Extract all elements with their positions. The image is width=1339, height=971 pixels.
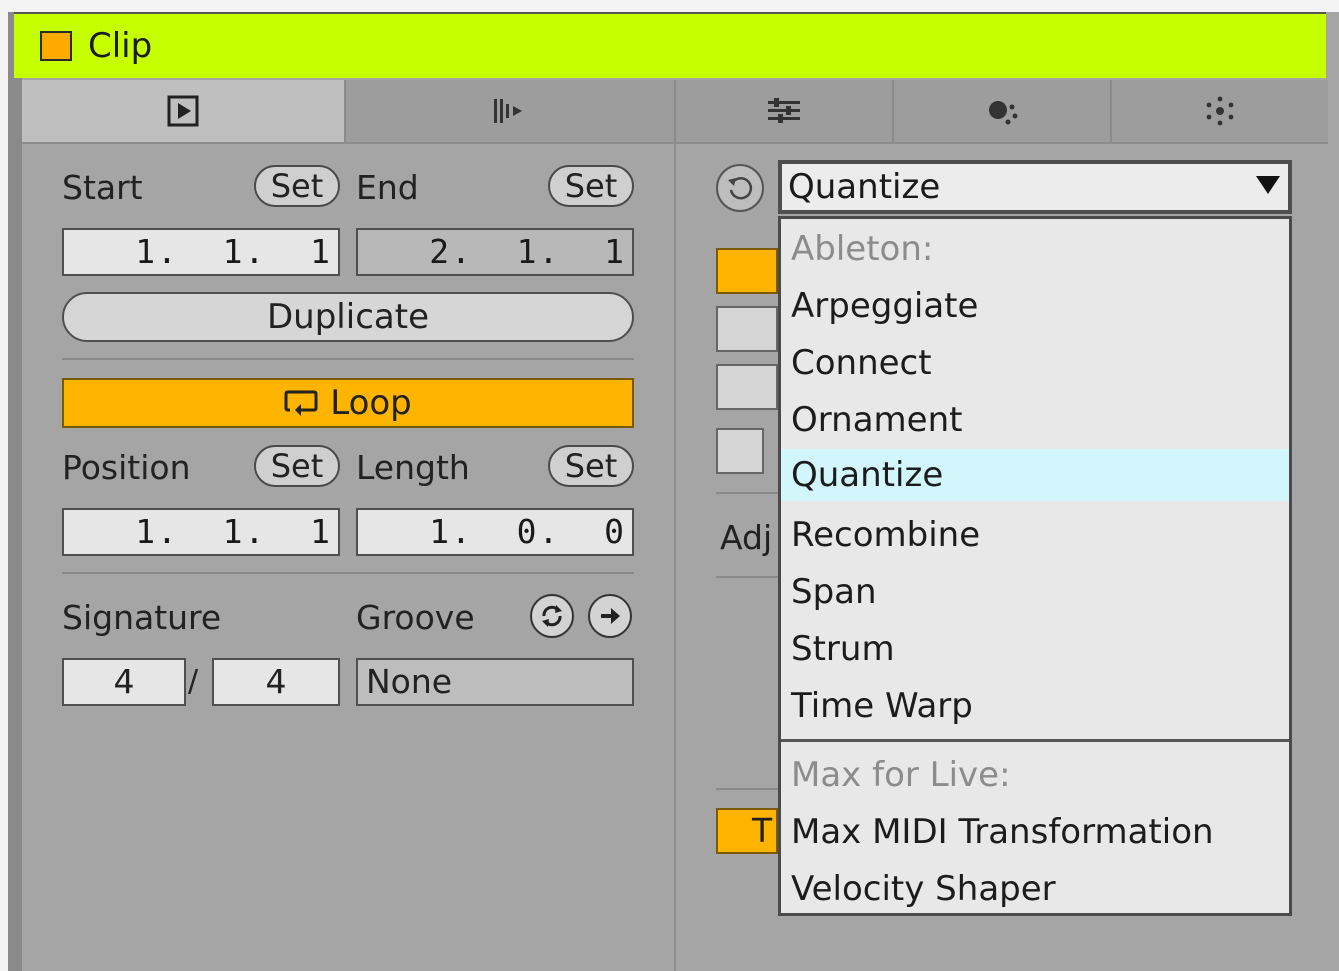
audio-play-icon [494, 99, 522, 123]
play-box-icon [167, 95, 199, 127]
menu-item-ornament[interactable]: Ornament [781, 392, 1289, 448]
tab-audio[interactable] [346, 80, 676, 142]
signature-label: Signature [62, 598, 222, 637]
divider [716, 788, 780, 790]
position-set-button[interactable]: Set [254, 445, 340, 487]
generators-icon [989, 101, 1018, 125]
clip-color-swatch[interactable] [40, 31, 72, 61]
start-set-button[interactable]: Set [254, 165, 340, 207]
groove-label: Groove [356, 598, 475, 637]
menu-item-time-warp[interactable]: Time Warp [781, 678, 1289, 734]
dropdown-arrow-icon [1256, 176, 1280, 194]
end-label: End [356, 168, 419, 207]
side-toggle-button[interactable] [716, 248, 778, 294]
reset-icon [728, 177, 753, 200]
clip-title-bar [14, 12, 1326, 78]
device-dropdown-menu: Ableton: Arpeggiate Connect Ornament Qua… [778, 216, 1292, 916]
position-label: Position [62, 448, 191, 487]
end-set-button[interactable]: Set [548, 165, 634, 207]
menu-item-connect[interactable]: Connect [781, 335, 1289, 391]
end-field[interactable]: 2. 1. 1 [356, 228, 634, 276]
refresh-icon [542, 605, 562, 627]
loop-button[interactable]: Loop [62, 378, 634, 428]
position-field[interactable]: 1. 1. 1 [62, 508, 340, 556]
signature-numerator[interactable]: 4 [62, 658, 186, 706]
clip-view-tabs [22, 80, 1328, 144]
tab-transformations[interactable] [1112, 80, 1328, 142]
menu-item-quantize[interactable]: Quantize [781, 449, 1289, 501]
device-reset-button[interactable] [716, 164, 764, 212]
menu-separator [781, 739, 1289, 742]
side-toggle-button[interactable] [716, 306, 778, 352]
device-select-value: Quantize [788, 167, 941, 207]
clip-title: Clip [88, 26, 153, 66]
adjust-label: Adj [720, 518, 773, 557]
start-label: Start [62, 168, 143, 207]
side-toggle-button[interactable] [716, 364, 778, 410]
menu-item-max-midi-transformation[interactable]: Max MIDI Transformation [781, 804, 1289, 860]
length-field[interactable]: 1. 0. 0 [356, 508, 634, 556]
menu-header-ableton: Ableton: [791, 229, 934, 269]
divider [716, 576, 780, 578]
tab-generators[interactable] [894, 80, 1112, 142]
length-set-button[interactable]: Set [548, 445, 634, 487]
signature-denominator[interactable]: 4 [212, 658, 340, 706]
menu-item-recombine[interactable]: Recombine [781, 507, 1289, 563]
column-divider [674, 144, 676, 971]
divider [716, 492, 780, 494]
tab-clip[interactable] [22, 80, 346, 142]
groove-commit-button[interactable] [588, 594, 632, 638]
transform-button[interactable]: T [716, 808, 778, 854]
sliders-icon [768, 98, 800, 123]
groove-hotswap-button[interactable] [530, 594, 574, 638]
start-field[interactable]: 1. 1. 1 [62, 228, 340, 276]
transform-icon [1206, 96, 1234, 126]
loop-label: Loop [330, 383, 412, 423]
menu-item-span[interactable]: Span [781, 564, 1289, 620]
side-checkbox[interactable] [716, 428, 764, 474]
device-select[interactable]: Quantize [778, 160, 1292, 214]
divider [62, 358, 634, 360]
groove-field[interactable]: None [356, 658, 634, 706]
divider [62, 572, 634, 574]
duplicate-button[interactable]: Duplicate [62, 292, 634, 342]
arrow-right-icon [601, 608, 620, 624]
menu-item-arpeggiate[interactable]: Arpeggiate [781, 278, 1289, 334]
signature-slash: / [188, 664, 199, 699]
tab-envelopes[interactable] [676, 80, 894, 142]
length-label: Length [356, 448, 470, 487]
menu-item-velocity-shaper[interactable]: Velocity Shaper [781, 861, 1289, 917]
menu-item-strum[interactable]: Strum [781, 621, 1289, 677]
menu-header-max-for-live: Max for Live: [791, 755, 1011, 795]
loop-icon [284, 390, 318, 416]
